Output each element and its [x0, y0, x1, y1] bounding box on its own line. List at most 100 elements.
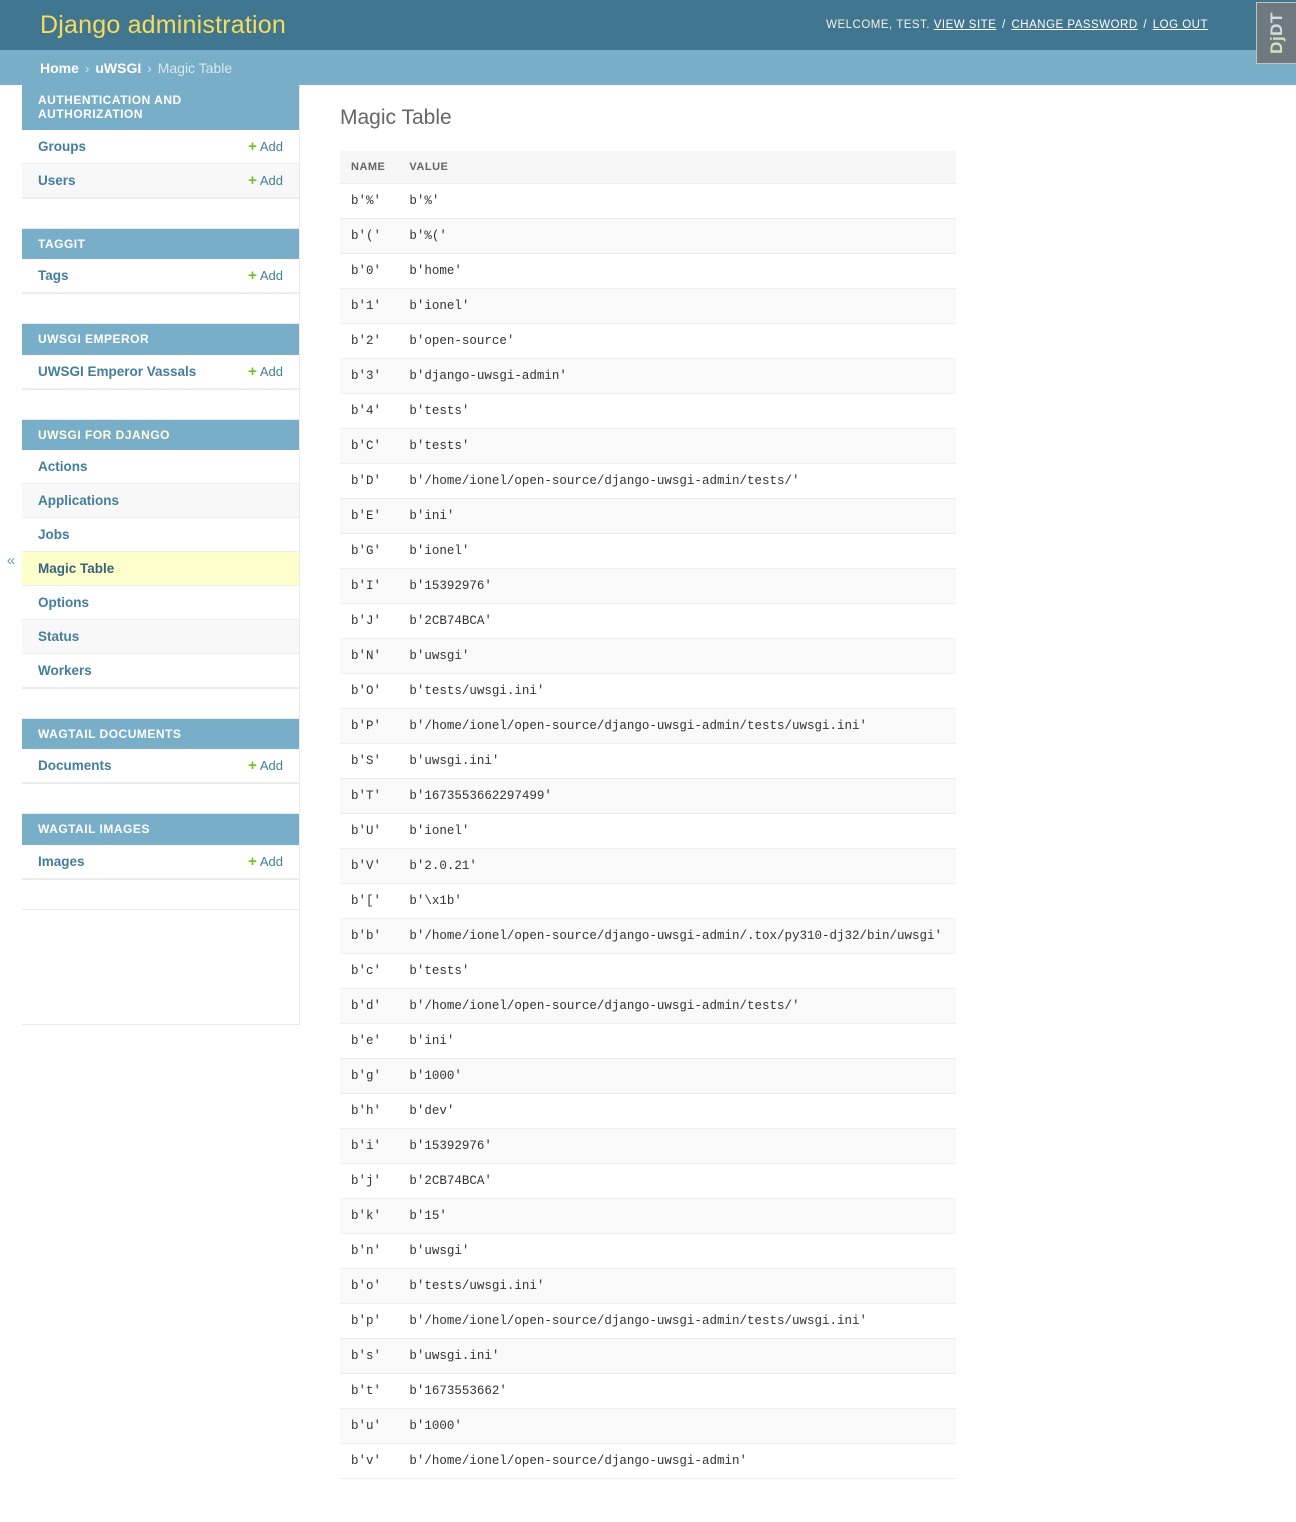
sidebar-item-groups[interactable]: Groups + Add — [22, 129, 299, 164]
cell-value: b'/home/ionel/open-source/django-uwsgi-a… — [399, 1443, 956, 1480]
sidebar-item-label[interactable]: Magic Table — [38, 561, 114, 576]
sidebar-group-spacer — [22, 198, 299, 229]
cell-name: b'C' — [340, 428, 400, 465]
content-area: Magic Table NAME VALUE b'%' b'%' b'(' b'%('… — [300, 85, 1296, 1519]
cell-value: b'1673553662297499' — [399, 778, 956, 815]
sidebar-group-spacer — [22, 879, 299, 910]
sidebar-group-title[interactable]: WAGTAIL IMAGES — [22, 814, 299, 845]
sidebar-item-workers[interactable]: Workers — [22, 653, 299, 688]
cell-name: b'(' — [340, 218, 400, 255]
sidebar-add-link[interactable]: + Add — [248, 173, 283, 188]
sidebar-item-options[interactable]: Options — [22, 585, 299, 620]
cell-name: b'g' — [340, 1058, 400, 1095]
sidebar-group-table: UWSGI FOR DJANGO Actions Applications Jobs M… — [22, 419, 299, 688]
magic-table: NAME VALUE b'%' b'%' b'(' b'%(' b'0' b'home' b… — [340, 151, 956, 1480]
sidebar-item-actions[interactable]: Actions — [22, 449, 299, 484]
table-row: b'k' b'15' — [340, 1198, 956, 1235]
sidebar-group: WAGTAIL IMAGES Images + Add — [22, 814, 299, 880]
cell-name: b'i' — [340, 1128, 400, 1165]
sidebar-item-jobs[interactable]: Jobs — [22, 517, 299, 552]
table-row: b'D' b'/home/ionel/open-source/django-uws… — [340, 463, 956, 500]
sidebar-group-table: WAGTAIL DOCUMENTS Documents + Add — [22, 718, 299, 784]
table-row: b'E' b'ini' — [340, 498, 956, 535]
table-row: b'o' b'tests/uwsgi.ini' — [340, 1268, 956, 1305]
sidebar-item-label[interactable]: Jobs — [38, 527, 70, 542]
sidebar-item-users[interactable]: Users + Add — [22, 163, 299, 198]
table-row: b'U' b'ionel' — [340, 813, 956, 850]
magic-table-body: b'%' b'%' b'(' b'%(' b'0' b'home' b'1' b'ionel'… — [340, 183, 956, 1480]
magic-table-head: NAME VALUE — [340, 151, 956, 185]
sidebar-group-title[interactable]: UWSGI EMPEROR — [22, 324, 299, 355]
sidebar-item-label[interactable]: Actions — [38, 459, 88, 474]
sidebar-item-label[interactable]: Users — [38, 173, 76, 188]
cell-name: b'1' — [340, 288, 400, 325]
sidebar-add-link[interactable]: + Add — [248, 364, 283, 379]
breadcrumb-separator-2: › — [147, 60, 152, 76]
cell-name: b'O' — [340, 673, 400, 710]
sidebar-group-title[interactable]: AUTHENTICATION AND AUTHORIZATION — [22, 85, 299, 130]
sidebar-item-uwsgi-emperor-vassals[interactable]: UWSGI Emperor Vassals + Add — [22, 354, 299, 389]
cell-name: b'J' — [340, 603, 400, 640]
sidebar-group-items: Groups + Add Users + Add — [22, 129, 299, 198]
sidebar-item-add-cell — [221, 653, 299, 688]
sidebar-add-link[interactable]: + Add — [248, 854, 283, 869]
plus-icon: + — [248, 852, 257, 870]
sidebar-item-documents[interactable]: Documents + Add — [22, 749, 299, 784]
cell-value: b'ionel' — [399, 813, 956, 850]
cell-name: b'd' — [340, 988, 400, 1025]
sidebar-add-link[interactable]: + Add — [248, 139, 283, 154]
sidebar-group-title[interactable]: TAGGIT — [22, 228, 299, 260]
cell-name: b'k' — [340, 1198, 400, 1235]
breadcrumb-current: Magic Table — [157, 60, 233, 76]
sidebar-item-label[interactable]: Options — [38, 595, 89, 610]
djdt-label-dj: Dj — [1266, 35, 1286, 54]
sidebar-group: WAGTAIL DOCUMENTS Documents + Add — [22, 718, 299, 785]
sidebar-item-label[interactable]: Documents — [38, 758, 112, 773]
sidebar-item-label[interactable]: Tags — [38, 268, 69, 283]
sidebar-item-label[interactable]: Images — [38, 854, 85, 869]
sidebar-group-table: TAGGIT Tags + Add — [22, 228, 299, 294]
change-password-link[interactable]: CHANGE PASSWORD — [1011, 19, 1137, 31]
cell-value: b'2.0.21' — [399, 848, 956, 885]
sidebar-add-link[interactable]: + Add — [248, 268, 283, 283]
cell-name: b'G' — [340, 533, 400, 570]
sidebar-item-add-cell — [221, 619, 299, 654]
cell-name: b'c' — [340, 953, 400, 990]
sidebar-item-label-cell: Users — [22, 163, 222, 198]
table-row: b'1' b'ionel' — [340, 288, 956, 325]
sidebar-item-label[interactable]: Workers — [38, 663, 92, 678]
sidebar-wrapper: « AUTHENTICATION AND AUTHORIZATION Groups… — [0, 85, 300, 1025]
table-row: b'c' b'tests' — [340, 953, 956, 990]
cell-value: b'uwsgi' — [399, 1233, 956, 1270]
cell-name: b'4' — [340, 393, 400, 430]
sidebar-item-label[interactable]: UWSGI Emperor Vassals — [38, 364, 196, 379]
breadcrumb-separator-1: › — [84, 60, 90, 76]
cell-name: b'p' — [340, 1303, 400, 1340]
sidebar-item-label[interactable]: Applications — [38, 493, 119, 508]
view-site-link[interactable]: VIEW SITE — [934, 19, 997, 31]
breadcrumb-home[interactable]: Home — [40, 60, 79, 76]
sidebar-item-label-cell: Status — [22, 619, 222, 654]
sidebar-add-link[interactable]: + Add — [248, 758, 283, 773]
sidebar-collapse-toggle-icon[interactable]: « — [0, 545, 22, 575]
log-out-link[interactable]: LOG OUT — [1153, 19, 1208, 31]
django-debug-toolbar-handle[interactable]: DjDT — [1256, 2, 1296, 64]
cell-name: b'0' — [340, 253, 400, 290]
sidebar-item-status[interactable]: Status — [22, 619, 299, 654]
table-row: b'[' b'\x1b' — [340, 883, 956, 920]
breadcrumb-app[interactable]: uWSGI — [95, 60, 141, 76]
sidebar-item-tags[interactable]: Tags + Add — [22, 259, 299, 294]
sidebar-item-add-cell — [221, 585, 299, 620]
table-row: b't' b'1673553662' — [340, 1373, 956, 1410]
sidebar-item-images[interactable]: Images + Add — [22, 844, 299, 879]
cell-name: b's' — [340, 1338, 400, 1375]
sidebar-item-add-cell: + Add — [221, 749, 299, 784]
sidebar-item-magic-table[interactable]: Magic Table — [22, 551, 299, 586]
sidebar-group-title[interactable]: WAGTAIL DOCUMENTS — [22, 718, 299, 750]
sidebar-group-items: Tags + Add — [22, 259, 299, 294]
sidebar-item-applications[interactable]: Applications — [22, 483, 299, 518]
sidebar-group-spacer — [22, 688, 299, 719]
sidebar-group-title[interactable]: UWSGI FOR DJANGO — [22, 419, 299, 450]
sidebar-item-label[interactable]: Groups — [38, 139, 86, 154]
sidebar-item-label[interactable]: Status — [38, 629, 79, 644]
